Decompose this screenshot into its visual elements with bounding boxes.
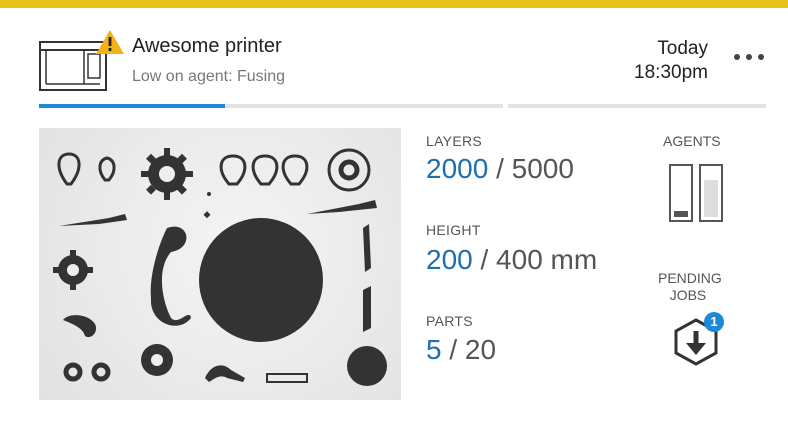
build-preview[interactable]	[39, 128, 401, 400]
pending-jobs-badge: 1	[704, 312, 724, 332]
layers-total: / 5000	[488, 153, 574, 184]
progress-fill	[39, 104, 225, 108]
agents-label: AGENTS	[663, 133, 721, 149]
layers-label: LAYERS	[426, 133, 483, 149]
height-value: 200 / 400 mm	[426, 244, 597, 276]
pending-jobs-label: PENDING JOBS	[658, 270, 722, 303]
status-text: Low on agent: Fusing	[132, 68, 285, 85]
parts-total: / 20	[441, 334, 497, 365]
layers-value: 2000 / 5000	[426, 153, 574, 185]
time-label: 18:30pm	[634, 62, 708, 83]
height-total: / 400 mm	[472, 244, 598, 275]
height-current: 200	[426, 244, 473, 275]
warning-top-bar	[0, 0, 788, 8]
parts-value: 5 / 20	[426, 334, 496, 366]
printer-card[interactable]: Awesome printer Low on agent: Fusing Tod…	[0, 0, 788, 432]
printer-name: Awesome printer	[132, 35, 282, 57]
parts-label: PARTS	[426, 313, 473, 329]
printer-icon	[39, 30, 124, 91]
agent-level-bar	[699, 164, 723, 222]
agent-level-bar	[669, 164, 693, 222]
height-label: HEIGHT	[426, 222, 481, 238]
layers-current: 2000	[426, 153, 489, 184]
parts-current: 5	[426, 334, 442, 365]
date-label: Today	[657, 38, 708, 59]
download-jobs-icon[interactable]: 1	[674, 312, 724, 368]
build-preview-parts	[53, 148, 387, 386]
progress-track-secondary	[508, 104, 766, 108]
more-options-icon[interactable]	[732, 50, 766, 62]
job-timestamp: Today 18:30pm	[634, 37, 708, 85]
